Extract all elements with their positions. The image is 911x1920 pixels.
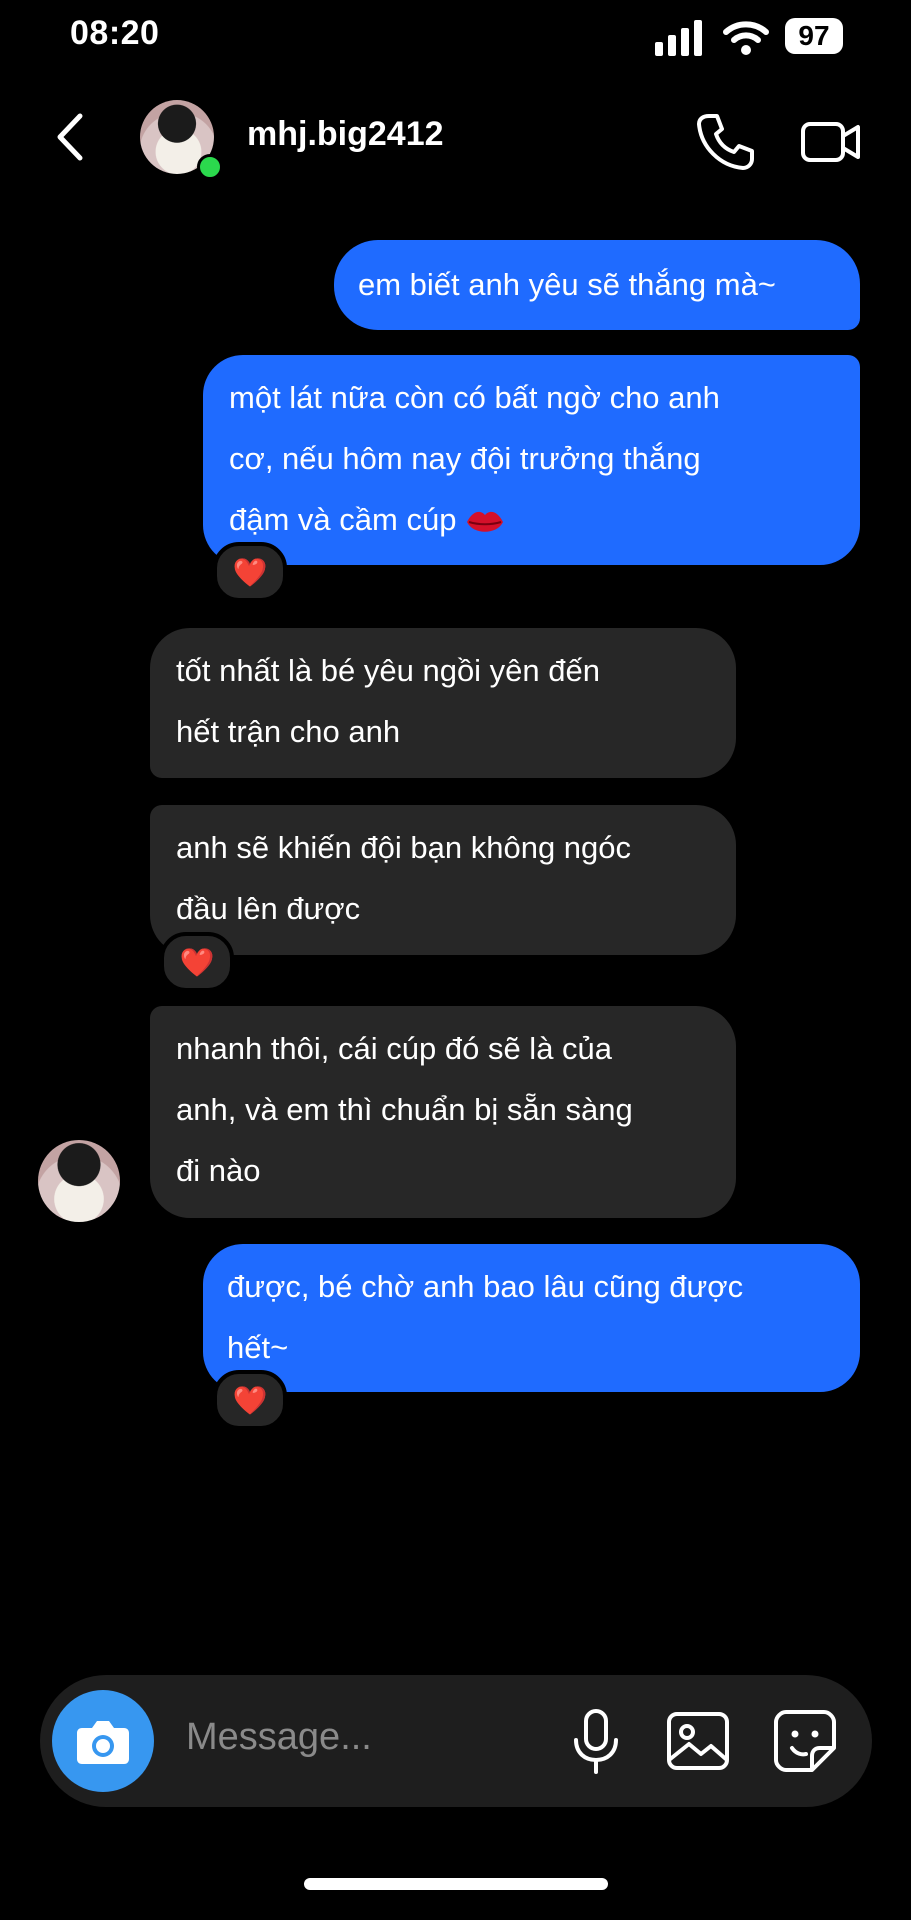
message-bubble-incoming[interactable]: tốt nhất là bé yêu ngồi yên đến hết trận… bbox=[150, 628, 736, 778]
lips-icon bbox=[467, 511, 504, 532]
message-line: hết trận cho anh bbox=[176, 714, 401, 749]
back-arrow-icon[interactable] bbox=[52, 112, 88, 162]
message-input[interactable]: Message... bbox=[186, 1716, 372, 1759]
wifi-icon bbox=[723, 21, 769, 55]
message-line: hết~ bbox=[227, 1330, 289, 1365]
cellular-signal-icon bbox=[655, 20, 702, 56]
battery-indicator: 97 bbox=[785, 18, 843, 54]
gallery-image-icon[interactable] bbox=[665, 1710, 731, 1772]
message-line: anh sẽ khiến đội bạn không ngóc bbox=[176, 830, 632, 865]
microphone-icon[interactable] bbox=[568, 1708, 624, 1776]
chat-username[interactable]: mhj.big2412 bbox=[247, 115, 444, 154]
camera-button[interactable] bbox=[52, 1690, 154, 1792]
message-line: đầu lên được bbox=[176, 891, 361, 926]
message-bubble-outgoing[interactable]: em biết anh yêu sẽ thắng mà~ bbox=[334, 240, 860, 330]
home-indicator bbox=[304, 1878, 608, 1890]
sticker-icon[interactable] bbox=[772, 1708, 838, 1774]
heart-reaction[interactable]: ❤️ bbox=[213, 1370, 287, 1430]
camera-icon bbox=[77, 1721, 129, 1764]
online-status-dot bbox=[197, 154, 223, 180]
message-composer bbox=[40, 1675, 872, 1807]
heart-reaction[interactable]: ❤️ bbox=[213, 542, 287, 602]
message-line: anh, và em thì chuẩn bị sẵn sàng bbox=[176, 1092, 633, 1127]
message-line: được, bé chờ anh bao lâu cũng được bbox=[227, 1269, 744, 1304]
status-time: 08:20 bbox=[70, 14, 160, 52]
message-bubble-outgoing[interactable]: được, bé chờ anh bao lâu cũng được hết~ bbox=[203, 1244, 860, 1392]
message-line: đậm và cầm cúp bbox=[229, 502, 457, 537]
sender-avatar[interactable] bbox=[38, 1140, 120, 1222]
message-line: cơ, nếu hôm nay đội trưởng thắng bbox=[229, 441, 701, 476]
heart-reaction[interactable]: ❤️ bbox=[160, 932, 234, 992]
message-line: đi nào bbox=[176, 1153, 261, 1188]
message-line: một lát nữa còn có bất ngờ cho anh bbox=[229, 380, 720, 415]
video-call-icon[interactable] bbox=[800, 116, 862, 168]
message-line: tốt nhất là bé yêu ngồi yên đến bbox=[176, 653, 600, 688]
message-line: nhanh thôi, cái cúp đó sẽ là của bbox=[176, 1031, 613, 1066]
message-bubble-outgoing[interactable]: một lát nữa còn có bất ngờ cho anh cơ, n… bbox=[203, 355, 860, 565]
phone-call-icon[interactable] bbox=[695, 112, 755, 172]
message-bubble-incoming[interactable]: anh sẽ khiến đội bạn không ngóc đầu lên … bbox=[150, 805, 736, 955]
message-bubble-incoming[interactable]: nhanh thôi, cái cúp đó sẽ là của anh, và… bbox=[150, 1006, 736, 1218]
message-text: em biết anh yêu sẽ thắng mà~ bbox=[358, 267, 776, 302]
